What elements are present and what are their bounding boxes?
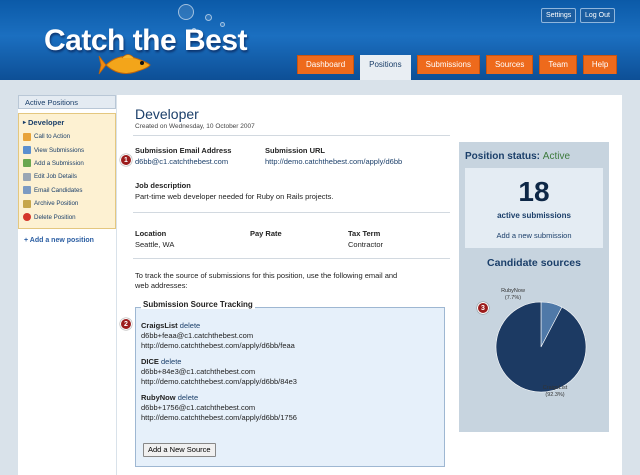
- url-label: Submission URL: [265, 146, 326, 155]
- page-title: Developer: [135, 106, 199, 122]
- pie-slice-craigslist: [495, 301, 587, 393]
- marker-1: 1: [120, 154, 132, 166]
- source-rubynow: RubyNow delete d6bb+1756@c1.catchthebest…: [141, 393, 297, 423]
- tracking-instructions-cont: web addresses:: [135, 281, 188, 290]
- active-position-box: ▸ Developer Call to Action View Submissi…: [18, 113, 116, 229]
- sidebar: Active Positions ▸ Developer Call to Act…: [18, 95, 116, 475]
- add-source-button[interactable]: Add a New Source: [143, 443, 216, 457]
- pie-label-craigslist: CraigsList (92.3%): [535, 385, 575, 399]
- location-label: Location: [135, 229, 167, 238]
- sidebar-item-label: Email Candidates: [34, 186, 83, 194]
- goldfish-icon: [98, 54, 151, 75]
- source-name: RubyNow: [141, 393, 176, 402]
- source-url[interactable]: http://demo.catchthebest.com/apply/d6bb/…: [141, 377, 297, 387]
- pie-label-rubynow: RubyNow (7.7%): [493, 288, 533, 302]
- add-icon: [23, 159, 31, 168]
- divider: [133, 212, 450, 213]
- source-name: DICE: [141, 357, 159, 366]
- sidebar-heading: Active Positions: [18, 95, 116, 109]
- source-url[interactable]: http://demo.catchthebest.com/apply/d6bb/…: [141, 413, 297, 423]
- megaphone-icon: [23, 132, 31, 141]
- email-icon: [23, 186, 31, 195]
- delete-source-link[interactable]: delete: [180, 321, 200, 330]
- sidebar-item-email-candidates[interactable]: Email Candidates: [23, 184, 112, 197]
- delete-source-link[interactable]: delete: [178, 393, 198, 402]
- delete-icon: [23, 213, 31, 222]
- submission-count: 18: [518, 176, 550, 207]
- status-label: Position status:: [465, 151, 541, 162]
- main-content: Developer Created on Wednesday, 10 Octob…: [117, 95, 622, 475]
- status-panel: Position status: Active 18 active submis…: [459, 142, 609, 432]
- created-date: Created on Wednesday, 10 October 2007: [135, 123, 255, 130]
- slice-name: RubyNow: [501, 288, 525, 294]
- sidebar-item-add-submission[interactable]: Add a Submission: [23, 157, 112, 170]
- marker-2: 2: [120, 318, 132, 330]
- source-craigslist: CraigsList delete d6bb+feaa@c1.catchtheb…: [141, 321, 295, 351]
- candidate-sources-pie: [495, 301, 587, 393]
- plus-icon: +: [24, 236, 29, 244]
- sidebar-item-label: Archive Position: [34, 200, 79, 208]
- add-submission-link[interactable]: Add a new submission: [465, 231, 603, 240]
- pay-rate-label: Pay Rate: [250, 229, 282, 238]
- archive-icon: [23, 199, 31, 208]
- list-icon: [23, 146, 31, 155]
- main-nav-tabs: Dashboard Positions Submissions Sources …: [297, 55, 618, 80]
- position-status: Position status: Active: [465, 151, 570, 162]
- add-position-label: Add a new position: [29, 236, 94, 244]
- source-tracking-title: Submission Source Tracking: [141, 300, 255, 309]
- submission-url[interactable]: http://demo.catchthebest.com/apply/d6bb: [265, 157, 402, 166]
- slice-name: CraigsList: [542, 385, 568, 391]
- sidebar-item-call-to-action[interactable]: Call to Action: [23, 130, 112, 143]
- submission-email[interactable]: d6bb@c1.catchthebest.com: [135, 157, 228, 166]
- sidebar-item-edit-job[interactable]: Edit Job Details: [23, 170, 112, 183]
- source-email[interactable]: d6bb+84e3@c1.catchthebest.com: [141, 367, 297, 377]
- divider: [133, 258, 450, 259]
- bubble-decoration: [178, 4, 194, 20]
- tracking-instructions: To track the source of submissions for t…: [135, 271, 398, 280]
- tab-positions[interactable]: Positions: [360, 55, 411, 80]
- logout-button[interactable]: Log Out: [580, 8, 615, 23]
- sidebar-item-label: Edit Job Details: [34, 173, 77, 181]
- source-dice: DICE delete d6bb+84e3@c1.catchthebest.co…: [141, 357, 297, 387]
- tab-team[interactable]: Team: [539, 55, 577, 74]
- sidebar-item-label: View Submissions: [34, 146, 85, 154]
- edit-icon: [23, 172, 31, 181]
- sidebar-item-label: Delete Position: [34, 213, 76, 221]
- source-url[interactable]: http://demo.catchthebest.com/apply/d6bb/…: [141, 341, 295, 351]
- tab-sources[interactable]: Sources: [485, 55, 534, 74]
- source-email[interactable]: d6bb+feaa@c1.catchthebest.com: [141, 331, 295, 341]
- sidebar-item-delete[interactable]: Delete Position: [23, 210, 112, 223]
- tab-dashboard[interactable]: Dashboard: [297, 55, 355, 74]
- submission-count-label: active submissions: [497, 211, 571, 220]
- sidebar-item-archive[interactable]: Archive Position: [23, 197, 112, 210]
- tax-term-value: Contractor: [348, 240, 384, 249]
- email-label: Submission Email Address: [135, 146, 232, 155]
- slice-pct: (92.3%): [545, 392, 565, 398]
- description-value: Part-time web developer needed for Ruby …: [135, 192, 334, 201]
- source-name: CraigsList: [141, 321, 178, 330]
- sidebar-item-label: Add a Submission: [34, 159, 84, 167]
- candidate-sources-title: Candidate sources: [487, 257, 581, 269]
- sidebar-item-view-submissions[interactable]: View Submissions: [23, 143, 112, 156]
- sidebar-item-label: Call to Action: [34, 133, 71, 141]
- divider: [133, 135, 450, 136]
- sidebar-position-label: Developer: [28, 118, 65, 127]
- bubble-decoration: [205, 14, 212, 21]
- tab-help[interactable]: Help: [582, 55, 618, 74]
- tax-term-label: Tax Term: [348, 229, 381, 238]
- sidebar-position-title[interactable]: ▸ Developer: [23, 118, 112, 127]
- location-value: Seattle, WA: [135, 240, 175, 249]
- source-email[interactable]: d6bb+1756@c1.catchthebest.com: [141, 403, 297, 413]
- slice-pct: (7.7%): [504, 295, 522, 301]
- settings-button[interactable]: Settings: [541, 8, 577, 23]
- arrow-right-icon: ▸: [23, 120, 27, 126]
- app-header: Catch the Best Settings Log Out Dashboar…: [0, 0, 640, 80]
- description-label: Job description: [135, 181, 191, 190]
- add-position-link[interactable]: + Add a new position: [18, 237, 116, 244]
- delete-source-link[interactable]: delete: [161, 357, 181, 366]
- tab-submissions[interactable]: Submissions: [416, 55, 480, 74]
- submission-count-box: 18 active submissions Add a new submissi…: [465, 168, 603, 248]
- status-badge: Active: [542, 151, 571, 162]
